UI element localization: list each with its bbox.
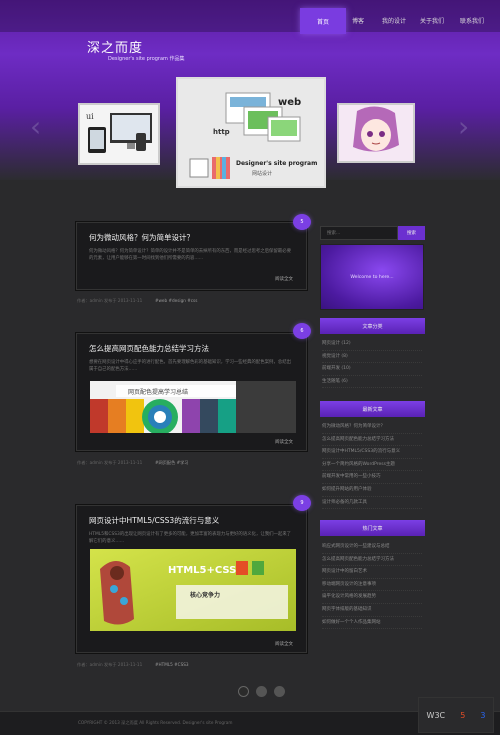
list-item[interactable]: 生活随笔 (6) [322,376,422,389]
welcome-banner: Welcome to here... [320,244,424,310]
post-image[interactable]: HTML5+CSS3 核心竞争力 [90,549,296,631]
list-item[interactable]: 分享一个简约风格的WordPress主题 [322,459,422,472]
post-tags[interactable]: #网页配色 #学习 [155,460,188,466]
list-item[interactable]: 网页设计中HTML5/CSS3的流行与意义 [322,446,422,459]
list-item[interactable]: 何为微动风格？何为简单设计？ [322,421,422,434]
post-excerpt: HTML5和CSS3的出现让网页设计有了更多的可能，更加丰富的表现力与更好的语义… [89,532,292,544]
post-title[interactable]: 怎么提高网页配色能力总结学习方法 [89,343,209,354]
list-item[interactable]: 网页字体排版的基础知识 [322,604,422,617]
list-item[interactable]: 网页设计 (12) [322,338,422,351]
search-input[interactable] [320,226,398,240]
post-excerpt: 何为微动风格？何为简单设计？简单的设计并不是简单的去掉所有的东西，而是经过思考之… [89,249,291,261]
svg-text:ui: ui [86,112,94,121]
devices-illustration: ui [80,105,158,163]
list-item[interactable]: 网页设计中的留白艺术 [322,566,422,579]
list-item[interactable]: 如何做好一个个人作品集网站 [322,617,422,630]
nav-item-blog[interactable]: 博客 [345,8,371,32]
footer-copyright: COPYRIGHT © 2013 深之而度 All Rights Reserve… [78,720,233,725]
list-item[interactable]: 如何提升网站的用户体验 [322,484,422,497]
read-more-link[interactable]: 阅读全文 [275,276,293,282]
pager-dot-3[interactable] [274,686,285,697]
html5-css3-illustration: HTML5+CSS3 核心竞争力 [90,549,296,631]
anime-character-illustration [339,105,413,161]
read-more-link[interactable]: 阅读全文 [275,439,293,445]
list-item[interactable]: 前端开发中常用的一些小技巧 [322,471,422,484]
comment-count-badge: 5 [293,214,311,230]
list-item[interactable]: 视觉设计 (8) [322,351,422,364]
comment-count-badge: 9 [293,495,311,511]
nav-item-contact[interactable]: 联系我们 [454,8,490,32]
pager-dot-2[interactable] [256,686,267,697]
hot-posts-title: 热门文章 [320,520,425,536]
w3c-icon[interactable]: W3C [427,711,446,720]
carousel-next-icon[interactable]: › [458,112,476,142]
post-tags[interactable]: #web #design #css [155,298,197,303]
list-item[interactable]: 扁平化设计风格的发展趋势 [322,591,422,604]
post-title[interactable]: 网页设计中HTML5/CSS3的流行与意义 [89,515,219,526]
css3-icon[interactable]: 3 [480,711,485,720]
categories-title: 文章分类 [320,318,425,334]
list-item[interactable]: 移动端网页设计的注意事项 [322,579,422,592]
recent-posts-title: 最新文章 [320,401,425,417]
pager-dot-1[interactable] [238,686,249,697]
list-item[interactable]: 设计师必备的几款工具 [322,497,422,510]
svg-text:http: http [213,128,230,136]
post-meta: 作者：admin 发布于 2013-11-11 [77,662,143,667]
carousel-slide-active[interactable]: web http Designer's site program 网站设计 [176,77,326,188]
site-tagline: Designer's site program 作品集 [108,56,185,62]
svg-text:网页配色提高学习总结: 网页配色提高学习总结 [128,388,188,396]
post-card: 怎么提高网页配色能力总结学习方法 想要在网页设计中得心应手的进行配色，首先要理解… [75,332,308,452]
carousel-prev-icon[interactable]: ‹ [30,112,48,142]
color-wheel-illustration: 网页配色提高学习总结 [90,381,296,433]
post-excerpt: 想要在网页设计中得心应手的进行配色，首先要理解色彩的基础知识，学习一些经典的配色… [89,360,291,372]
post-meta: 作者：admin 发布于 2013-11-11 [77,460,143,465]
svg-text:核心竞争力: 核心竞争力 [190,591,220,599]
site-logo[interactable]: 深之而度 [87,37,143,56]
carousel-slide-left[interactable]: ui [78,103,160,165]
post-card: 何为微动风格？何为简单设计？ 何为微动风格？何为简单设计？简单的设计并不是简单的… [75,221,308,291]
carousel-slide-right[interactable] [337,103,415,163]
website-mockup-illustration: web http Designer's site program 网站设计 [178,79,324,186]
nav-item-home[interactable]: 首页 [300,8,346,34]
nav-item-about[interactable]: 关于我们 [414,8,450,32]
nav-item-portfolio[interactable]: 我的设计 [374,8,414,32]
list-item[interactable]: 怎么提高网页配色能力总结学习方法 [322,554,422,567]
svg-text:Designer's site program: Designer's site program [236,160,317,167]
read-more-link[interactable]: 阅读全文 [275,641,293,647]
search-button[interactable]: 搜索 [398,226,425,240]
post-tags[interactable]: #HTML5 #CSS3 [155,662,189,667]
recent-posts-list: 何为微动风格？何为简单设计？ 怎么提高网页配色能力总结学习方法 网页设计中HTM… [322,421,422,510]
list-item[interactable]: 前端开发 (10) [322,363,422,376]
list-item[interactable]: 响应式网页设计的一些建议与总结 [322,541,422,554]
post-image[interactable]: 网页配色提高学习总结 [90,381,296,433]
hot-posts-list: 响应式网页设计的一些建议与总结 怎么提高网页配色能力总结学习方法 网页设计中的留… [322,541,422,630]
standards-badges: W3C 5 3 [418,697,494,733]
svg-text:HTML5+CSS3: HTML5+CSS3 [168,565,243,576]
post-meta: 作者：admin 发布于 2013-11-11 [77,298,143,303]
post-title[interactable]: 何为微动风格？何为简单设计？ [89,232,194,243]
post-card: 网页设计中HTML5/CSS3的流行与意义 HTML5和CSS3的出现让网页设计… [75,504,308,654]
svg-text:网站设计: 网站设计 [252,170,272,177]
list-item[interactable]: 怎么提高网页配色能力总结学习方法 [322,434,422,447]
svg-text:web: web [278,97,301,108]
comment-count-badge: 6 [293,323,311,339]
html5-icon[interactable]: 5 [460,711,465,720]
categories-list: 网页设计 (12) 视觉设计 (8) 前端开发 (10) 生活随笔 (6) [322,338,422,389]
